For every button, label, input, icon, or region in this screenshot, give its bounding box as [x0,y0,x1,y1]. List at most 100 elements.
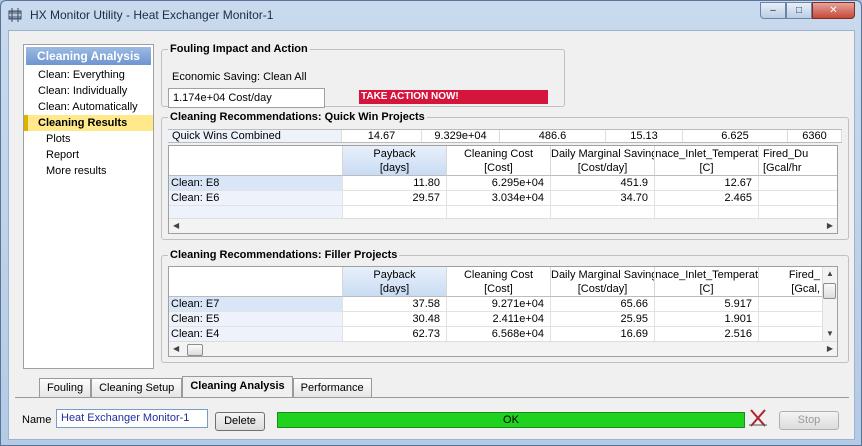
nav-item-clean-automatically[interactable]: Clean: Automatically [24,99,153,115]
row-header-e8[interactable]: Clean: E8 [169,176,343,191]
column-header-furnace-temp[interactable]: Furnace_Inlet_Temperat[C] [655,267,759,297]
quick-win-table[interactable]: Payback [days] Cleaning Cost [Cost] Daily … [168,145,838,234]
tab-performance[interactable]: Performance [292,378,372,397]
combined-fired-duty: 6.625 [683,130,788,142]
cell-furnace-temp: 12.67 [655,176,759,191]
app-icon [8,8,22,22]
tab-cleaning-analysis[interactable]: Cleaning Analysis [182,376,293,397]
row-header-e4[interactable]: Clean: E4 [169,327,343,342]
filler-horizontal-scrollbar[interactable]: ◀ ▶ [169,341,837,356]
cell-daily-saving: 451.9 [551,176,655,191]
quick-win-horizontal-scrollbar[interactable]: ◀ ▶ [169,218,837,233]
cell-payback: 11.80 [343,176,447,191]
filler-table[interactable]: Payback [days] Cleaning Cost [Cost] Daily … [168,266,838,357]
cell-daily-saving: 34.70 [551,191,655,206]
scroll-right-icon[interactable]: ▶ [827,221,833,230]
cell-daily-saving: 65.66 [551,297,655,312]
main-tab-strip: Fouling Cleaning Setup Cleaning Analysis… [39,376,372,397]
scroll-down-icon[interactable]: ▼ [826,329,834,338]
quick-win-group: Cleaning Recommendations: Quick Win Proj… [161,111,849,240]
app-window: HX Monitor Utility - Heat Exchanger Moni… [0,0,862,446]
nav-item-clean-everything[interactable]: Clean: Everything [24,67,153,83]
table-row[interactable]: Clean: E5 30.48 2.411e+04 25.95 1.901 [169,312,823,327]
tab-cleaning-setup[interactable]: Cleaning Setup [91,378,183,397]
take-action-banner: TAKE ACTION NOW! [359,90,548,104]
cell-fired-duty [759,297,823,312]
cell-cleaning-cost: 6.568e+04 [447,327,551,342]
title-bar[interactable]: HX Monitor Utility - Heat Exchanger Moni… [1,1,861,29]
nav-item-clean-individually[interactable]: Clean: Individually [24,83,153,99]
scroll-right-icon[interactable]: ▶ [827,344,833,353]
cell-cleaning-cost: 3.034e+04 [447,191,551,206]
column-header-cleaning-cost[interactable]: Cleaning Cost [Cost] [447,146,551,176]
cell-furnace-temp: 5.917 [655,297,759,312]
delete-button[interactable]: Delete [215,412,265,431]
column-header-payback[interactable]: Payback [days] [343,267,447,297]
nav-item-more-results[interactable]: More results [24,163,153,179]
row-header-e6[interactable]: Clean: E6 [169,191,343,206]
cell-fired-duty [759,191,837,206]
scroll-up-icon[interactable]: ▲ [826,269,834,278]
table-row[interactable]: Clean: E6 29.57 3.034e+04 34.70 2.465 [169,191,837,206]
window-title: HX Monitor Utility - Heat Exchanger Moni… [30,8,274,22]
cell-payback: 62.73 [343,327,447,342]
filler-group-label: Cleaning Recommendations: Filler Project… [168,249,400,261]
quick-wins-combined-row: Quick Wins Combined 14.67 9.329e+04 486.… [168,129,842,143]
close-button[interactable]: ✕ [812,2,855,19]
fouling-group-label: Fouling Impact and Action [168,43,310,55]
quick-win-header-row: Payback [days] Cleaning Cost [Cost] Daily … [169,146,837,176]
combined-label: Quick Wins Combined [168,130,342,142]
combined-daily-saving: 486.6 [500,130,606,142]
scroll-left-icon[interactable]: ◀ [173,344,179,353]
cell-payback: 29.57 [343,191,447,206]
nav-item-report[interactable]: Report [24,147,153,163]
column-header-fired-duty[interactable]: Fired_ [Gcal, [759,267,823,297]
scroll-left-icon[interactable]: ◀ [173,221,179,230]
cleaning-nav-panel: Cleaning Analysis Clean: Everything Clea… [23,44,154,369]
cancel-x-icon[interactable] [749,408,767,428]
column-header-daily-saving[interactable]: Daily Marginal Saving [Cost/day] [551,267,655,297]
column-header-cleaning-cost[interactable]: Cleaning Cost [Cost] [447,267,551,297]
cell-daily-saving: 25.95 [551,312,655,327]
maximize-button[interactable]: □ [786,2,812,19]
cell-cleaning-cost: 2.411e+04 [447,312,551,327]
column-header-payback[interactable]: Payback [days] [343,146,447,176]
fouling-impact-group: Fouling Impact and Action Economic Savin… [161,43,565,108]
status-progress-bar: OK [277,412,745,428]
row-header-e7[interactable]: Clean: E7 [169,297,343,312]
cell-daily-saving: 16.69 [551,327,655,342]
column-header-furnace-temp[interactable]: Furnace_Inlet_Temperat[C] [655,146,759,176]
table-row[interactable]: Clean: E8 11.80 6.295e+04 451.9 12.67 [169,176,837,191]
column-header-fired-duty[interactable]: Fired_Du [Gcal/hr [759,146,837,176]
cell-furnace-temp: 1.901 [655,312,759,327]
filler-vertical-scrollbar[interactable]: ▲ ▼ [822,267,837,341]
table-row[interactable]: Clean: E7 37.58 9.271e+04 65.66 5.917 [169,297,823,312]
minimize-icon: – [770,5,776,16]
nav-item-cleaning-results[interactable]: Cleaning Results [24,115,153,131]
combined-cleaning-cost: 9.329e+04 [422,130,500,142]
cell-fired-duty [759,312,823,327]
economic-saving-label: Economic Saving: Clean All [172,71,307,83]
row-header-e5[interactable]: Clean: E5 [169,312,343,327]
tab-fouling[interactable]: Fouling [39,378,92,397]
filler-projects-group: Cleaning Recommendations: Filler Project… [161,249,849,363]
filler-corner-header [169,267,343,297]
nav-header[interactable]: Cleaning Analysis [26,47,151,65]
maximize-icon: □ [795,5,803,16]
combined-payback: 14.67 [342,130,422,142]
nav-item-plots[interactable]: Plots [24,131,153,147]
cell-payback: 37.58 [343,297,447,312]
stop-button[interactable]: Stop [779,411,839,430]
quick-win-corner-header [169,146,343,176]
cell-furnace-temp: 2.516 [655,327,759,342]
vertical-scroll-thumb[interactable] [823,283,836,299]
tab-divider [15,397,849,398]
horizontal-scroll-thumb[interactable] [187,344,203,356]
cell-fired-duty [759,327,823,342]
name-field[interactable]: Heat Exchanger Monitor-1 [56,409,208,428]
column-header-daily-saving[interactable]: Daily Marginal Saving [Cost/day] [551,146,655,176]
minimize-button[interactable]: – [760,2,786,19]
economic-saving-field[interactable]: 1.174e+04 Cost/day [168,88,325,108]
close-icon: ✕ [829,5,838,16]
table-row[interactable]: Clean: E4 62.73 6.568e+04 16.69 2.516 [169,327,823,342]
